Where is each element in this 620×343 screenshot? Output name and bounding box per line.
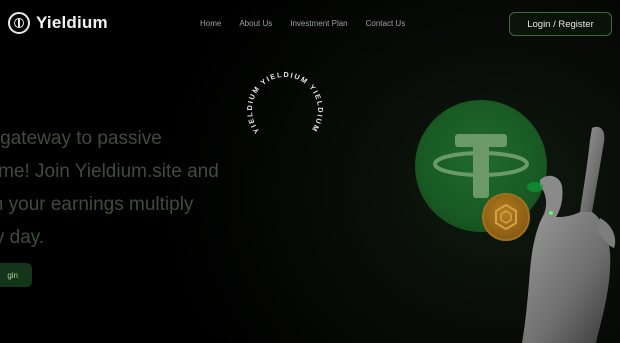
yieldium-logo-icon [8,12,30,34]
nav-home[interactable]: Home [200,19,221,28]
hero-login-button[interactable]: gin [0,263,32,287]
site-header: Yieldium Home About Us Investment Plan C… [0,0,620,50]
login-register-button[interactable]: Login / Register [509,12,612,36]
nav-contact-us[interactable]: Contact Us [366,19,406,28]
hero-headline: ur gateway to passive come! Join Yieldiu… [0,122,248,254]
brand-logo[interactable]: Yieldium [8,12,108,34]
hero-line: ur gateway to passive [0,128,162,149]
svg-text:YIELDIUM YIELDIUM YIELDIUM: YIELDIUM YIELDIUM YIELDIUM [240,65,330,155]
hero-line: tch your earnings multiply [0,194,194,215]
brand-name: Yieldium [36,13,108,32]
badge-ring-text: YIELDIUM YIELDIUM YIELDIUM [240,65,330,155]
nav-investment-plan[interactable]: Investment Plan [290,19,347,28]
hero-line: ery day. [0,227,45,248]
hero-line: come! Join Yieldium.site and [0,161,219,182]
nav-about-us[interactable]: About Us [239,19,272,28]
hand-illustration [522,126,616,343]
rotating-brand-badge: YIELDIUM YIELDIUM YIELDIUM [240,65,330,155]
page: Yieldium Home About Us Investment Plan C… [0,0,620,343]
main-nav: Home About Us Investment Plan Contact Us [200,19,423,28]
